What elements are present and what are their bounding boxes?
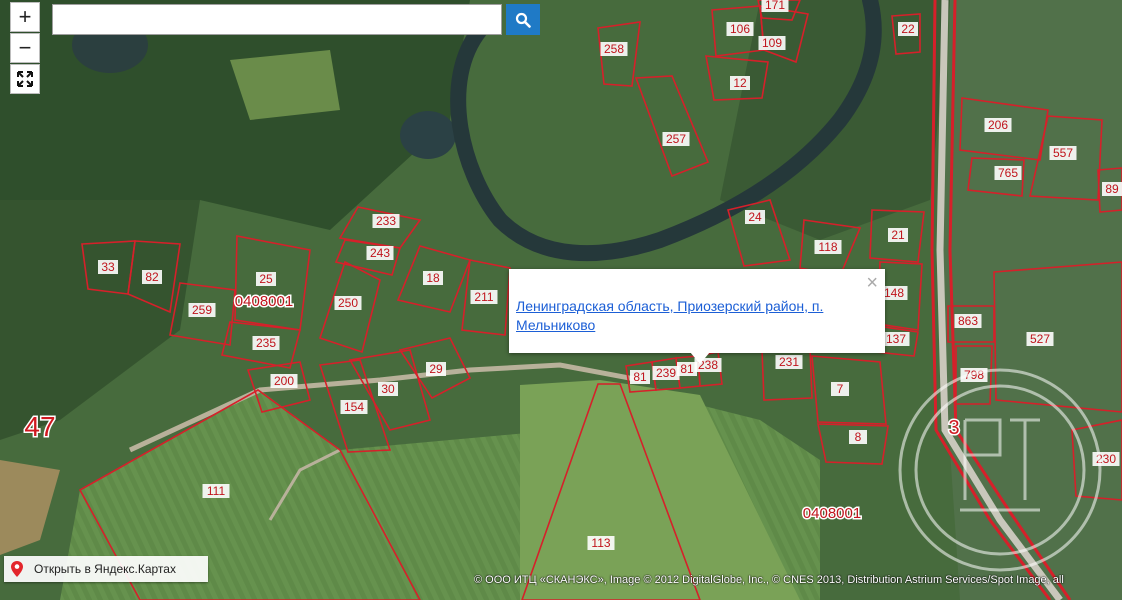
parcel-number-label: 527 bbox=[1030, 332, 1050, 346]
parcel-number-label: 259 bbox=[192, 303, 212, 317]
meadow bbox=[230, 50, 340, 120]
cadastral-block-label: 0408001 bbox=[803, 505, 861, 522]
expand-icon bbox=[17, 71, 33, 87]
parcel-number-label: 233 bbox=[376, 214, 396, 228]
popup-pointer bbox=[690, 352, 710, 364]
parcel-number-label: 250 bbox=[338, 296, 358, 310]
parcel-number-label: 118 bbox=[818, 240, 837, 254]
parcel-number-label: 12 bbox=[733, 76, 747, 90]
parcel-number-label: 81 bbox=[680, 362, 694, 376]
zoom-out-button[interactable]: − bbox=[10, 33, 40, 63]
parcel-number-label: 765 bbox=[998, 166, 1018, 180]
parcel-number-label: 81 bbox=[633, 370, 647, 384]
parcel-number-label: 109 bbox=[762, 36, 782, 50]
parcel-number-label: 235 bbox=[256, 336, 276, 350]
zoom-in-button[interactable]: + bbox=[10, 2, 40, 32]
parcel-number-label: 21 bbox=[891, 228, 905, 242]
district-number-label: 47 bbox=[24, 411, 55, 442]
parcel-number-label: 863 bbox=[958, 314, 978, 328]
parcel-number-label: 211 bbox=[474, 290, 493, 304]
parcel-number-label: 137 bbox=[886, 332, 906, 346]
close-icon[interactable]: × bbox=[866, 273, 878, 293]
parcel-number-label: 18 bbox=[426, 271, 440, 285]
parcel-number-label: 171 bbox=[765, 0, 785, 12]
cadastral-block-label: 0408001 bbox=[235, 293, 293, 310]
fullscreen-button[interactable] bbox=[10, 64, 40, 94]
parcel-number-label: 106 bbox=[730, 22, 750, 36]
parcel-number-label: 113 bbox=[591, 536, 610, 550]
parcel-number-label: 29 bbox=[429, 362, 443, 376]
parcel-number-label: 111 bbox=[207, 484, 226, 498]
parcel-number-label: 30 bbox=[381, 382, 395, 396]
parcel-number-label: 89 bbox=[1105, 182, 1119, 196]
open-in-yandex-maps-button[interactable]: Открыть в Яндекс.Картах bbox=[4, 556, 208, 582]
address-link[interactable]: Ленинградская область, Приозерский район… bbox=[516, 297, 856, 335]
parcel-number-label: 24 bbox=[748, 210, 762, 224]
parcel-number-label: 154 bbox=[344, 400, 364, 414]
map-pin-icon bbox=[11, 561, 23, 577]
parcel-number-label: 239 bbox=[656, 366, 676, 380]
parcel-number-label: 258 bbox=[604, 42, 624, 56]
parcel-number-label: 557 bbox=[1053, 146, 1073, 160]
copyright-text: © ООО ИТЦ «СКАНЭКС», Image © 2012 Digita… bbox=[474, 574, 1064, 586]
open-in-yandex-label: Открыть в Яндекс.Картах bbox=[34, 562, 176, 576]
parcel-number-label: 200 bbox=[274, 374, 294, 388]
parcel-number-label: 257 bbox=[666, 132, 686, 146]
road-number-label: 3 bbox=[948, 417, 959, 439]
address-popup: Ленинградская область, Приозерский район… bbox=[509, 269, 885, 353]
parcel-number-label: 22 bbox=[901, 22, 915, 36]
search-input[interactable] bbox=[52, 4, 502, 35]
parcel-number-label: 8 bbox=[855, 430, 862, 444]
parcel-number-label: 243 bbox=[370, 246, 390, 260]
search-button[interactable] bbox=[506, 4, 540, 35]
search-icon bbox=[515, 12, 531, 28]
parcel-number-label: 7 bbox=[837, 382, 844, 396]
parcel-number-label: 206 bbox=[988, 118, 1008, 132]
parcel-number-label: 82 bbox=[145, 270, 159, 284]
lake bbox=[400, 111, 456, 159]
parcel-number-label: 25 bbox=[259, 272, 273, 286]
parcel-number-label: 231 bbox=[779, 355, 799, 369]
parcel-number-label: 33 bbox=[101, 260, 115, 274]
parcel-number-label: 148 bbox=[884, 286, 904, 300]
